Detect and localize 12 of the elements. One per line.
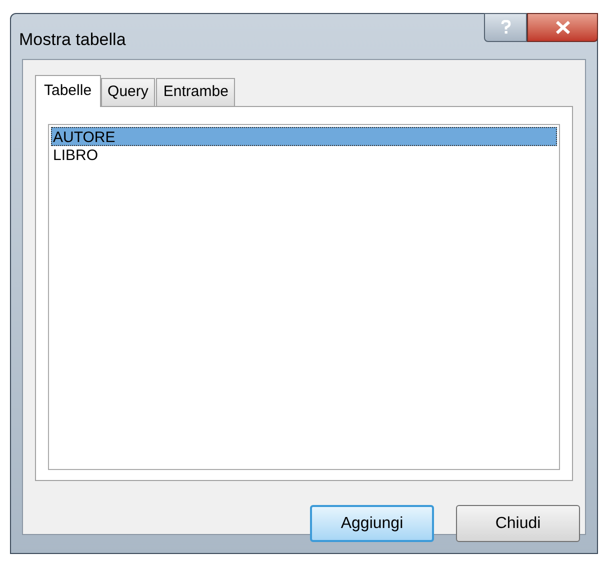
list-item[interactable]: AUTORE	[51, 127, 557, 146]
dialog-button[interactable]: Aggiungi	[310, 505, 434, 542]
list-item[interactable]: LIBRO	[51, 146, 557, 165]
tab[interactable]: Entrambe	[156, 78, 236, 106]
help-icon	[500, 20, 510, 35]
close-button[interactable]	[527, 13, 598, 42]
window-title: Mostra tabella	[19, 29, 126, 51]
help-button[interactable]	[484, 13, 527, 42]
close-icon	[554, 21, 570, 34]
dialog-button[interactable]: Chiudi	[456, 505, 580, 542]
tab[interactable]: Tabelle	[35, 75, 101, 107]
tab[interactable]: Query	[100, 78, 156, 106]
